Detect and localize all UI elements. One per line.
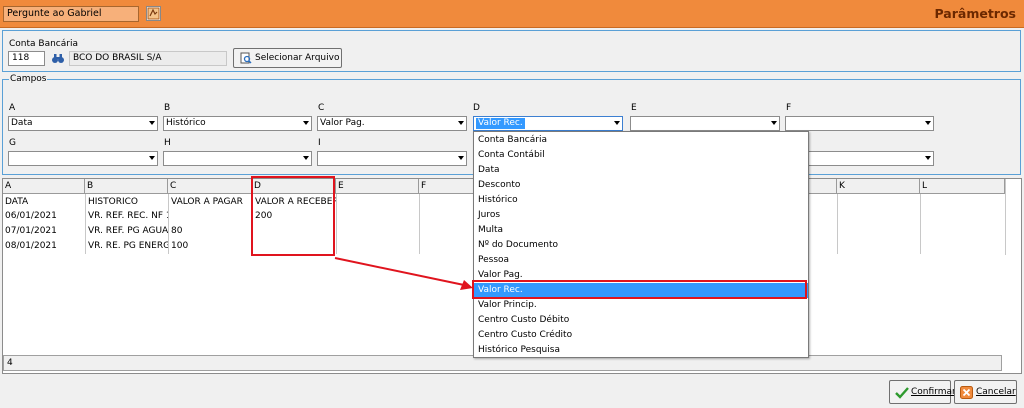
grid-line [419,194,420,254]
grid-header-historico[interactable]: HISTORICO [86,195,168,209]
dropdown-option[interactable]: Desconto [474,178,808,193]
annotation-arrow-icon [334,257,473,290]
chevron-down-icon [925,121,931,125]
chevron-down-icon [303,156,309,160]
cancel-button[interactable]: Cancelar [954,380,1017,404]
chevron-down-icon [925,156,931,160]
field-f-select[interactable] [785,116,934,131]
field-i-select[interactable] [317,151,467,166]
field-e-select[interactable] [630,116,780,131]
chevron-down-icon [149,121,155,125]
dropdown-option[interactable]: Histórico Pesquisa [474,343,808,358]
binoculars-icon[interactable] [51,52,65,65]
dropdown-option[interactable]: Conta Contábil [474,148,808,163]
field-d-value: Valor Rec. [476,118,525,129]
chevron-down-icon [149,156,155,160]
campos-label: Campos [9,74,48,84]
field-h-label: H [164,138,171,148]
grid-col-f[interactable]: F [419,179,474,194]
grid-header-valor-pagar[interactable]: VALOR A PAGAR [169,195,252,209]
check-icon [895,387,909,402]
cancel-label: Cancelar [976,387,1016,397]
grid-line [336,194,337,254]
dropdown-option[interactable]: Pessoa [474,253,808,268]
grid-col-c[interactable]: C [168,179,252,194]
ask-gabriel-icon[interactable] [146,6,161,21]
dropdown-option[interactable]: Juros [474,208,808,223]
select-file-label: Selecionar Arquivo [255,53,340,63]
field-b-label: B [164,103,171,113]
confirm-label: Confirmar [911,387,956,397]
dropdown-option[interactable]: Multa [474,223,808,238]
grid-col-b[interactable]: B [85,179,168,194]
conta-code-input[interactable]: 118 [8,51,45,66]
field-b-value: Histórico [166,118,206,128]
grid-col-a[interactable]: A [3,179,85,194]
grid-line [1005,179,1006,255]
chevron-down-icon [771,121,777,125]
ask-gabriel-input[interactable]: Pergunte ao Gabriel [3,6,139,22]
dropdown-option[interactable]: Data [474,163,808,178]
table-row-cell[interactable]: VR. REF. REC. NF 1 [86,209,168,223]
field-g-label: G [9,138,16,148]
grid-line [920,194,921,254]
table-row-cell[interactable]: 06/01/2021 [3,209,85,223]
field-d-select[interactable]: Valor Rec. [473,116,623,131]
dropdown-option[interactable]: Centro Custo Débito [474,313,808,328]
table-row-cell[interactable]: 07/01/2021 [3,224,85,238]
field-c-value: Valor Pag. [320,118,365,128]
chevron-down-icon [458,156,464,160]
chevron-down-icon [614,121,620,125]
table-row-cell[interactable]: VR. REF. PG AGUA [86,224,168,238]
table-row-cell[interactable]: 80 [169,224,252,238]
grid-header-data[interactable]: DATA [3,195,85,209]
file-search-icon [240,52,252,67]
field-d-label: D [473,103,480,113]
field-h-select[interactable] [163,151,312,166]
dropdown-option[interactable]: Conta Bancária [474,133,808,148]
field-b-select[interactable]: Histórico [163,116,312,131]
confirm-button[interactable]: Confirmar [889,380,956,404]
table-row-cell[interactable]: 100 [169,239,252,253]
highlight-column-d [251,176,335,256]
dropdown-option[interactable]: Nº do Documento [474,238,808,253]
highlight-selected-option [472,280,807,299]
field-f-label: F [786,103,792,113]
field-d-dropdown-list[interactable]: Conta Bancária Conta Contábil Data Desco… [473,131,809,358]
grid-line [837,194,838,254]
field-c-label: C [318,103,325,113]
chevron-down-icon [458,121,464,125]
dropdown-option[interactable]: Valor Princip. [474,298,808,313]
field-a-value: Data [11,118,33,128]
field-a-label: A [9,103,16,113]
select-file-button[interactable]: Selecionar Arquivo [233,48,342,68]
chevron-down-icon [303,121,309,125]
dropdown-option[interactable]: Centro Custo Crédito [474,328,808,343]
field-g-select[interactable] [8,151,158,166]
field-e-label: E [631,103,637,113]
field-i-label: I [318,138,321,148]
field-c-select[interactable]: Valor Pag. [317,116,467,131]
field-a-select[interactable]: Data [8,116,158,131]
bank-name-field: BCO DO BRASIL S/A [69,51,227,66]
dropdown-option[interactable]: Histórico [474,193,808,208]
page-title: Parâmetros [934,6,1016,21]
table-row-cell[interactable]: VR. RE. PG ENERGIA [86,239,168,253]
close-icon [960,386,973,402]
grid-col-l[interactable]: L [920,179,1005,194]
grid-col-e[interactable]: E [336,179,419,194]
conta-bancaria-label: Conta Bancária [9,39,78,49]
table-row-cell[interactable]: 08/01/2021 [3,239,85,253]
grid-col-k[interactable]: K [837,179,920,194]
